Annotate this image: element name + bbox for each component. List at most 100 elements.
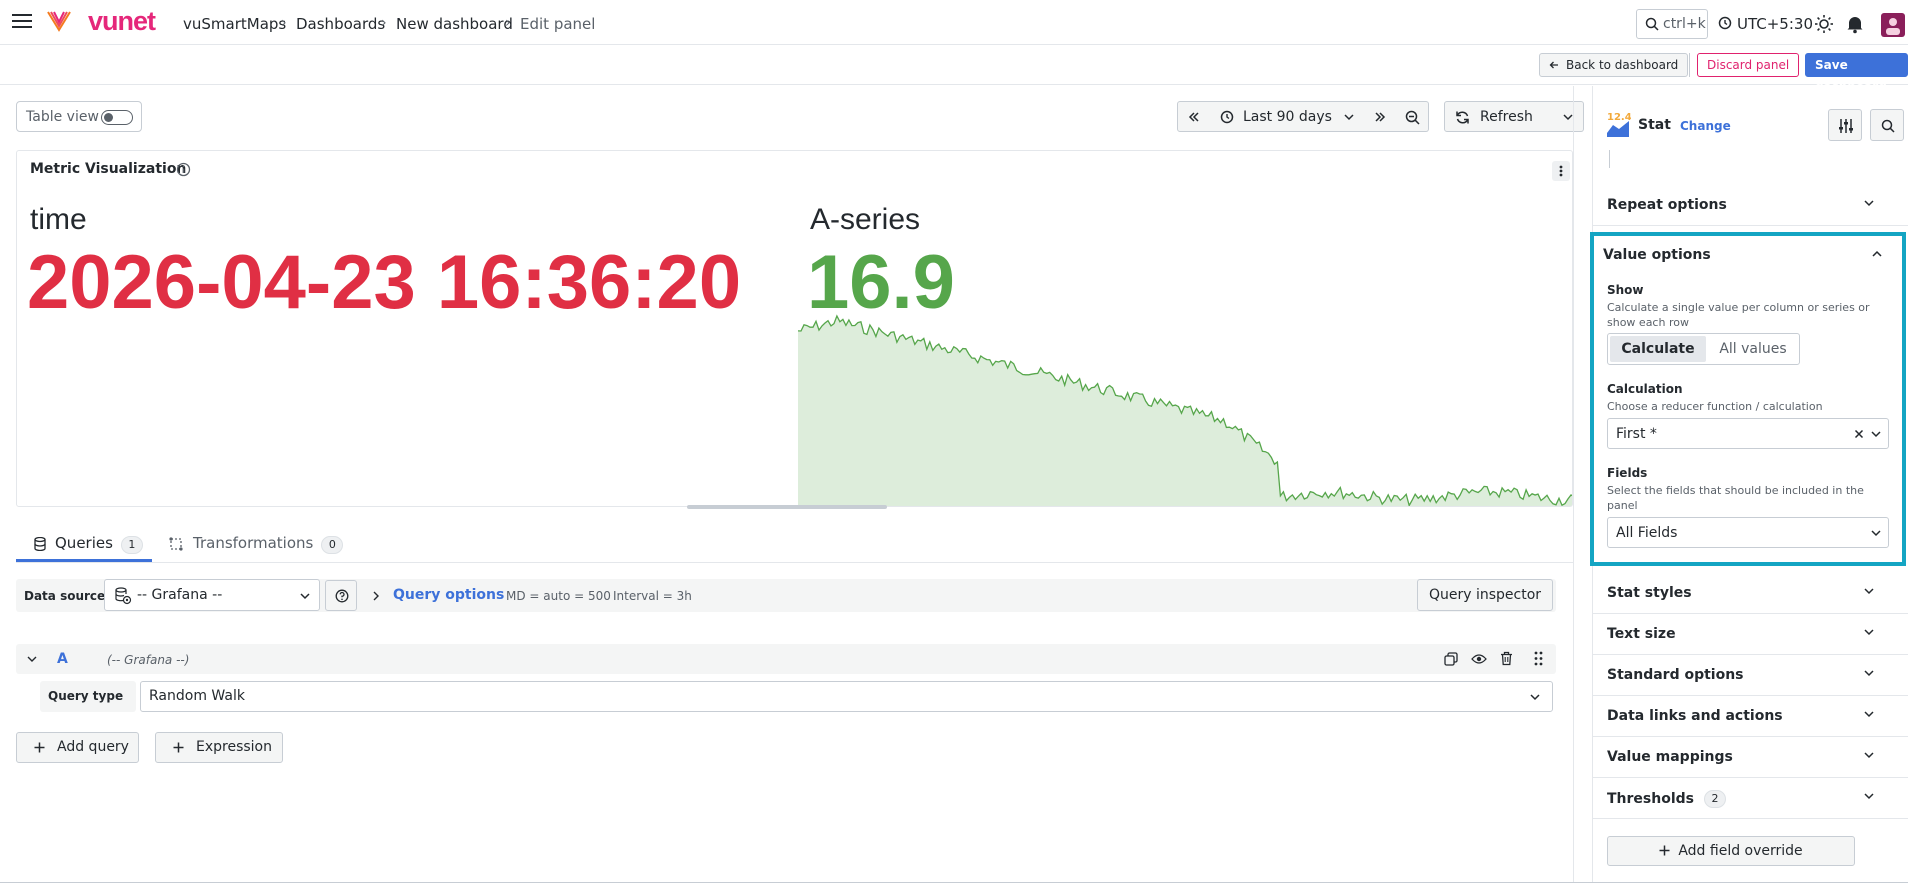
fields-description: Select the fields that should be include… bbox=[1607, 484, 1864, 512]
value-options-title[interactable]: Value options bbox=[1603, 247, 1711, 263]
show-label: Show bbox=[1607, 283, 1644, 297]
drag-handle-icon[interactable] bbox=[1534, 651, 1543, 666]
fields-select[interactable]: All Fields bbox=[1607, 517, 1889, 548]
table-view-label: Table view bbox=[26, 109, 99, 125]
clock-icon bbox=[1220, 110, 1234, 124]
chevron-up-icon[interactable] bbox=[1872, 250, 1882, 258]
query-row-letter[interactable]: A bbox=[57, 651, 68, 667]
refresh-button[interactable]: Refresh bbox=[1444, 101, 1554, 132]
section-thresholds[interactable]: Thresholds 2 bbox=[1592, 778, 1908, 819]
chevron-down-icon bbox=[1563, 114, 1573, 121]
section-text-size[interactable]: Text size bbox=[1592, 614, 1908, 655]
sidebar-divider[interactable] bbox=[1573, 86, 1574, 883]
query-inspector-button[interactable]: Query inspector bbox=[1417, 579, 1553, 611]
search-button[interactable]: ctrl+k bbox=[1636, 9, 1708, 39]
notifications-bell-icon[interactable] bbox=[1846, 14, 1864, 34]
data-source-help-button[interactable] bbox=[325, 580, 357, 611]
chevrons-left-icon bbox=[1188, 112, 1199, 122]
section-repeat-options[interactable]: Repeat options bbox=[1592, 185, 1908, 226]
chevron-down-icon bbox=[300, 593, 310, 600]
theme-sun-icon[interactable] bbox=[1814, 14, 1834, 34]
stat-label-time: time bbox=[30, 203, 87, 236]
tab-queries[interactable]: Queries 1 bbox=[55, 534, 143, 554]
data-source-select[interactable]: -- Grafana -- bbox=[104, 579, 320, 611]
section-title: Stat styles bbox=[1607, 585, 1692, 601]
time-range-picker[interactable]: Last 90 days bbox=[1209, 101, 1365, 132]
calculation-value: First * bbox=[1616, 426, 1657, 442]
menu-icon[interactable] bbox=[12, 13, 32, 29]
thresholds-label: Thresholds bbox=[1607, 791, 1694, 807]
back-to-dashboard-label: Back to dashboard bbox=[1566, 58, 1679, 72]
plus-icon bbox=[173, 742, 184, 753]
search-options-button[interactable] bbox=[1870, 109, 1904, 141]
breadcrumb-new-dashboard[interactable]: New dashboard bbox=[396, 15, 513, 33]
section-value-mappings[interactable]: Value mappings bbox=[1592, 737, 1908, 778]
chevrons-right-icon bbox=[1375, 112, 1386, 122]
tab-transformations[interactable]: Transformations 0 bbox=[193, 534, 344, 554]
database-icon bbox=[34, 537, 46, 551]
change-viz-link[interactable]: Change bbox=[1680, 119, 1731, 133]
section-title: Repeat options bbox=[1607, 197, 1727, 213]
back-to-dashboard-button[interactable]: Back to dashboard bbox=[1539, 53, 1689, 77]
zoom-out-icon bbox=[1405, 110, 1420, 125]
viz-version: 12.4 bbox=[1607, 112, 1631, 123]
section-standard-options[interactable]: Standard options bbox=[1592, 655, 1908, 696]
duplicate-query-icon[interactable] bbox=[1444, 652, 1458, 666]
add-field-override-button[interactable]: Add field override bbox=[1607, 836, 1855, 866]
info-icon[interactable] bbox=[176, 162, 191, 177]
data-source-value: -- Grafana -- bbox=[137, 587, 223, 603]
show-calculate-option[interactable]: Calculate bbox=[1610, 336, 1706, 362]
table-view-toggle[interactable] bbox=[101, 110, 133, 125]
grafana-datasource-icon bbox=[115, 587, 132, 605]
section-data-links[interactable]: Data links and actions bbox=[1592, 696, 1908, 737]
time-range-label: Last 90 days bbox=[1243, 109, 1332, 125]
show-mode-radio-group: Calculate All values bbox=[1607, 333, 1800, 365]
breadcrumb-separator: › bbox=[505, 15, 511, 31]
query-type-select[interactable]: Random Walk bbox=[140, 681, 1553, 712]
refresh-label: Refresh bbox=[1480, 109, 1533, 125]
refresh-interval-dropdown[interactable] bbox=[1553, 101, 1584, 132]
discard-panel-button[interactable]: Discard panel bbox=[1697, 53, 1800, 77]
panel-preview: Metric Visualization time 2026-04-23 16:… bbox=[16, 150, 1573, 507]
hide-query-eye-icon[interactable] bbox=[1471, 653, 1487, 665]
section-title: Standard options bbox=[1607, 667, 1744, 683]
add-field-override-label: Add field override bbox=[1678, 843, 1803, 859]
time-shift-forward-button[interactable] bbox=[1364, 101, 1397, 132]
zoom-out-button[interactable] bbox=[1396, 101, 1429, 132]
options-filter-button[interactable] bbox=[1828, 109, 1862, 141]
breadcrumb-dashboards[interactable]: Dashboards bbox=[296, 15, 385, 33]
logo-text: vunet bbox=[88, 6, 156, 36]
tabs-divider bbox=[16, 562, 1573, 563]
add-expression-button[interactable]: Expression bbox=[155, 732, 283, 763]
query-md-text: MD = auto = 500 bbox=[506, 589, 611, 603]
vunet-logo-icon[interactable] bbox=[46, 8, 72, 34]
panel-menu-button[interactable] bbox=[1552, 161, 1570, 181]
calculation-select[interactable]: First * bbox=[1607, 418, 1889, 449]
active-tab-indicator bbox=[16, 559, 152, 562]
panel-resize-handle[interactable] bbox=[687, 505, 887, 509]
chevron-down-icon bbox=[1864, 629, 1874, 636]
plus-icon bbox=[34, 742, 45, 753]
chevron-down-icon bbox=[1871, 431, 1881, 438]
chevron-down-icon bbox=[1864, 670, 1874, 677]
user-avatar[interactable] bbox=[1881, 13, 1905, 37]
stat-value-time: 2026-04-23 16:36:20 bbox=[27, 240, 742, 325]
stat-label-a-series: A-series bbox=[810, 203, 921, 236]
query-options-toggle[interactable]: Query options bbox=[393, 587, 504, 603]
query-interval-text: Interval = 3h bbox=[613, 589, 692, 603]
query-type-value: Random Walk bbox=[149, 688, 245, 704]
delete-query-trash-icon[interactable] bbox=[1500, 651, 1513, 666]
clear-x-icon[interactable] bbox=[1854, 429, 1864, 439]
panel-title: Metric Visualization bbox=[30, 161, 187, 177]
show-all-values-option[interactable]: All values bbox=[1708, 336, 1798, 362]
timezone-button[interactable]: UTC+5:30 bbox=[1737, 15, 1813, 33]
chevron-right-icon[interactable] bbox=[372, 591, 380, 601]
breadcrumb-vusmartmaps[interactable]: vuSmartMaps bbox=[183, 15, 286, 33]
section-stat-styles[interactable]: Stat styles bbox=[1592, 573, 1908, 614]
collapse-chevron-icon[interactable] bbox=[27, 655, 37, 663]
add-query-button[interactable]: Add query bbox=[16, 732, 139, 763]
sidebar-scroll-marker bbox=[1609, 150, 1610, 168]
table-view-toggle-group: Table view bbox=[16, 101, 142, 132]
save-dashboard-button[interactable]: Save dashboard bbox=[1805, 53, 1908, 94]
time-shift-back-button[interactable] bbox=[1177, 101, 1210, 132]
